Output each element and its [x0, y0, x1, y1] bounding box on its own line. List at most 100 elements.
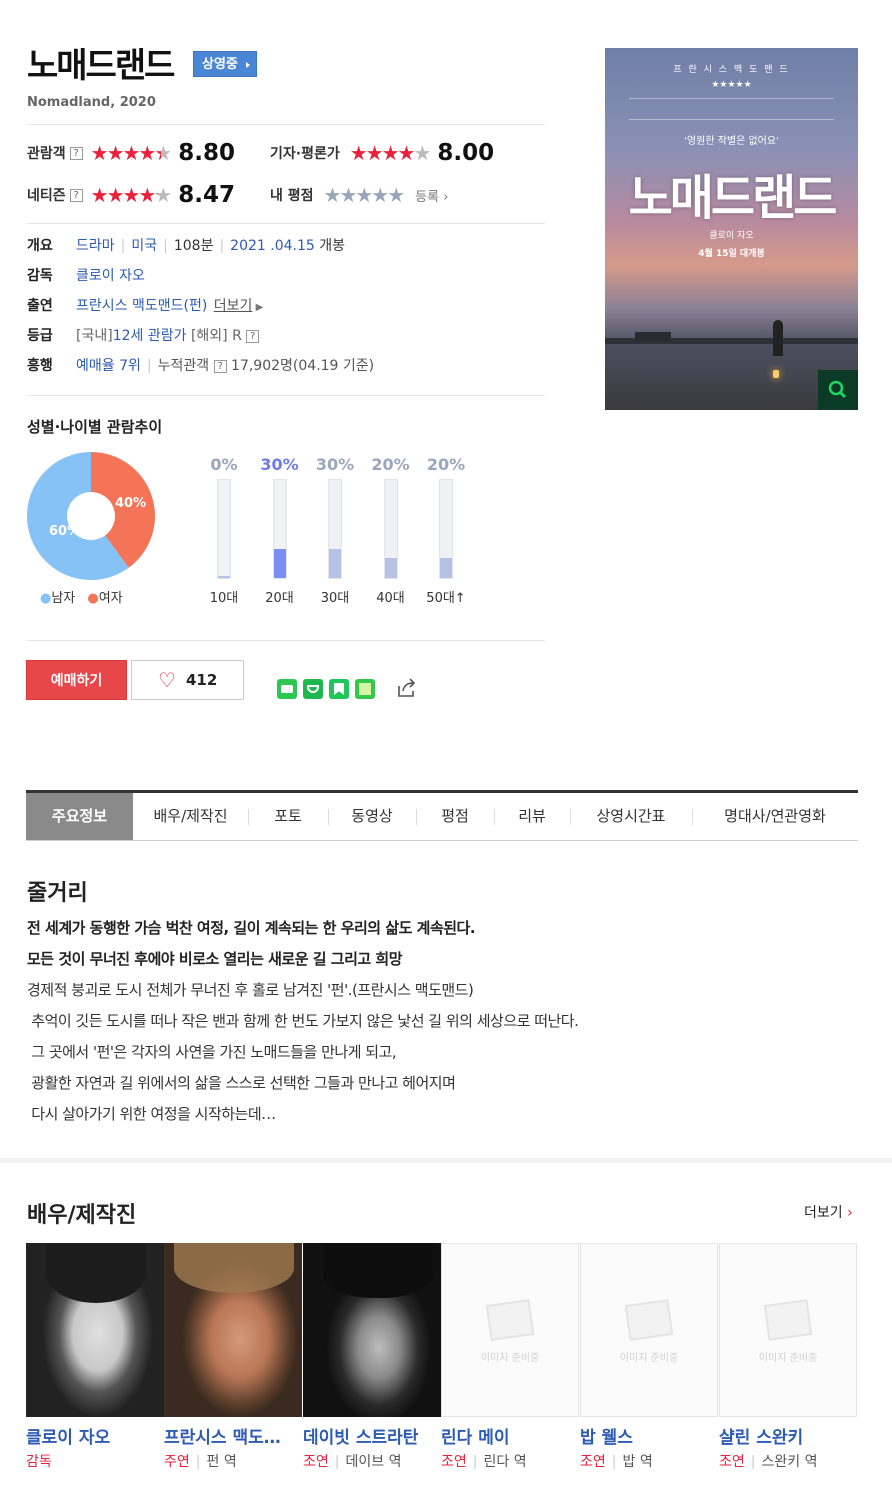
memo-share-icon[interactable]	[355, 679, 375, 699]
tab-rating[interactable]: 평점	[416, 793, 494, 840]
critics-stars: ★★★★★	[349, 141, 432, 165]
cast-name-link[interactable]: 프란시스 맥도…	[164, 1423, 302, 1448]
caret-right-icon: ▶	[252, 302, 264, 313]
cast-photo[interactable]	[164, 1243, 302, 1417]
age-bar-label: 20대	[265, 591, 294, 606]
status-badge[interactable]: 상영중	[193, 51, 257, 77]
box-office-value: 예매율 7위 | 누적관객 ? 17,902명(04.19 기준)	[76, 358, 375, 374]
age-bar-track	[383, 479, 398, 579]
tab-video[interactable]: 동영상	[328, 793, 416, 840]
age-bar-label: 50대↑	[426, 591, 466, 606]
cast-card[interactable]	[164, 1243, 302, 1417]
release-suffix: 개봉	[319, 238, 345, 254]
cast-card[interactable]	[303, 1243, 441, 1417]
tab-showtimes[interactable]: 상영시간표	[570, 793, 692, 840]
bookmark-share-icon[interactable]	[329, 679, 349, 699]
plot-line: 그 곳에서 '펀'은 각자의 사연을 가진 노매드들을 만나게 되고,	[27, 1043, 397, 1061]
age-bar	[273, 548, 286, 578]
cast-name-link[interactable]: 샬린 스완키	[719, 1423, 857, 1448]
cast-link[interactable]: 프란시스 맥도맨드(펀)	[76, 298, 207, 314]
age-bar-track	[439, 479, 453, 579]
cast-more-link[interactable]: 더보기	[214, 298, 253, 314]
cast-name-link[interactable]: 밥 웰스	[580, 1423, 718, 1448]
rating-register-link[interactable]: 등록 ›	[415, 186, 448, 205]
demographics-title: 성별·나이별 관람추이	[27, 418, 163, 436]
poster-tagline: '영원한 작별은 없어요'	[684, 136, 779, 147]
grade-label: 등급	[27, 328, 53, 344]
blog-share-icon[interactable]	[277, 679, 297, 699]
release-date-link[interactable]: 2021 .04.15	[230, 238, 315, 254]
critics-rating: 기자·평론가 ★★★★★ 8.00	[270, 139, 494, 167]
no-image-text: 이미지 준비중	[480, 1353, 540, 1364]
cafe-share-icon[interactable]	[303, 679, 323, 699]
cumulative-label: 누적관객	[157, 358, 210, 374]
poster-awards	[629, 98, 834, 120]
tab-main-info[interactable]: 주요정보	[26, 793, 133, 840]
my-rating-label: 내 평점	[270, 188, 314, 204]
box-office-label: 흥행	[27, 358, 53, 374]
critics-label: 기자·평론가	[270, 146, 340, 162]
cast-photo-placeholder[interactable]: 이미지 준비중	[441, 1243, 579, 1417]
cast-name-link[interactable]: 클로이 자오	[26, 1423, 164, 1448]
tab-photo[interactable]: 포토	[248, 793, 328, 840]
like-button[interactable]: ♡ 412	[131, 660, 244, 700]
gender-legend: ●남자 ●여자	[40, 587, 123, 606]
cast-more-link[interactable]: 더보기 ›	[804, 1202, 853, 1222]
my-rating-stars[interactable]: ★★★★★	[324, 185, 406, 205]
cast-role: 조연 | 린다 역	[441, 1454, 527, 1470]
cast-card[interactable]	[26, 1243, 164, 1417]
zoom-button[interactable]	[818, 370, 858, 410]
help-icon[interactable]: ?	[69, 188, 83, 202]
cast-card[interactable]: 이미지 준비중	[719, 1243, 857, 1417]
help-icon[interactable]: ?	[69, 146, 83, 160]
runtime: 108분	[173, 238, 214, 254]
share-icon[interactable]	[396, 678, 418, 698]
book-button[interactable]: 예매하기	[26, 660, 127, 700]
grade-prefix: [국내]	[76, 328, 113, 344]
movie-poster[interactable]: 프 란 시 스 맥 도 맨 드 ★★★★★ '영원한 작별은 없어요' 노매드랜…	[605, 48, 858, 410]
cast-card[interactable]: 이미지 준비중	[580, 1243, 718, 1417]
cast-name-link[interactable]: 린다 메이	[441, 1423, 579, 1448]
age-bar	[218, 576, 230, 578]
country-link[interactable]: 미국	[131, 238, 157, 254]
help-icon[interactable]: ?	[246, 329, 260, 343]
image-placeholder-icon	[624, 1299, 674, 1341]
poster-stars: ★★★★★	[711, 80, 752, 90]
help-icon[interactable]: ?	[213, 359, 227, 373]
grade-kr-link[interactable]: 12세 관람가	[113, 328, 187, 344]
plot-line: 다시 살아가기 위한 여정을 시작하는데…	[27, 1105, 276, 1123]
overview-value: 드라마 | 미국 | 108분 | 2021 .04.15 개봉	[76, 238, 345, 254]
cast-role: 주연 | 펀 역	[164, 1454, 237, 1470]
director-link[interactable]: 클로이 자오	[76, 265, 145, 285]
legend-male: 남자	[51, 591, 76, 606]
poster-figure	[773, 320, 783, 356]
critics-score: 8.00	[437, 140, 495, 166]
genre-link[interactable]: 드라마	[76, 238, 115, 254]
cast-photo-placeholder[interactable]: 이미지 준비중	[580, 1243, 718, 1417]
cast-value: 프란시스 맥도맨드(펀) 더보기 ▶	[76, 295, 263, 315]
divider	[27, 640, 545, 641]
poster-director: 클로이 자오	[709, 231, 754, 241]
cast-photo[interactable]	[26, 1243, 164, 1417]
my-rating: 내 평점 ★★★★★ 등록 ›	[270, 181, 448, 209]
cast-role: 감독	[26, 1454, 52, 1470]
plot-line: 추억이 깃든 도시를 떠나 작은 밴과 함께 한 번도 가보지 않은 낯선 길 …	[27, 1012, 579, 1030]
grade-value: [국내]12세 관람가 [해외] R ?	[76, 325, 260, 345]
cast-card[interactable]: 이미지 준비중	[441, 1243, 579, 1417]
like-count: 412	[186, 671, 218, 689]
heart-icon: ♡	[158, 668, 176, 692]
cast-photo-placeholder[interactable]: 이미지 준비중	[719, 1243, 857, 1417]
tab-cast-crew[interactable]: 배우/제작진	[133, 793, 248, 840]
age-bar-label: 30대	[320, 591, 350, 606]
plot-line-bold-1: 전 세계가 동행한 가슴 벅찬 여정, 길이 계속되는 한 우리의 삶도 계속된…	[27, 919, 476, 937]
reservation-rank-link[interactable]: 예매율 7위	[76, 358, 141, 374]
gender-pie-chart: 60% 40%	[27, 452, 155, 580]
tab-quotes-related[interactable]: 명대사/연관영화	[692, 793, 858, 840]
cast-photo[interactable]	[303, 1243, 441, 1417]
netizen-rating: 네티즌 ? ★★★★★ 8.47	[27, 181, 235, 209]
director-label: 감독	[27, 268, 53, 284]
search-icon	[828, 380, 847, 399]
cast-name-link[interactable]: 데이빗 스트라탄	[303, 1423, 441, 1448]
netizen-score: 8.47	[178, 182, 236, 208]
tab-review[interactable]: 리뷰	[494, 793, 570, 840]
